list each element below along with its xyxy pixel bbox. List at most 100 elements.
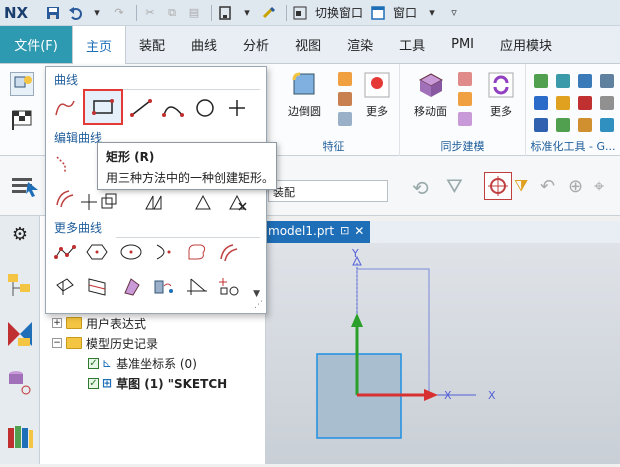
- gallery-intersection-curve-button[interactable]: [82, 273, 112, 299]
- more-sync-button[interactable]: 更多: [486, 70, 516, 119]
- resize-grip-icon[interactable]: ⋰: [254, 300, 263, 310]
- select-command-icon[interactable]: [10, 174, 40, 198]
- paste-icon[interactable]: ▤: [185, 4, 203, 22]
- tab-pmi[interactable]: PMI: [438, 26, 487, 63]
- switch-window-button[interactable]: 切换窗口: [315, 4, 363, 21]
- tool-b-icon[interactable]: [556, 118, 570, 132]
- reuse-library-icon[interactable]: [6, 422, 34, 450]
- tab-application[interactable]: 应用模块: [487, 26, 565, 63]
- undo-icon[interactable]: [66, 4, 84, 22]
- tree-row-datum-csys[interactable]: ✓ ⊾ 基准坐标系 (0): [88, 354, 197, 372]
- gallery-pattern-button[interactable]: [188, 189, 218, 215]
- gallery-point-set-button[interactable]: [214, 273, 244, 299]
- gallery-project-curve-button[interactable]: [50, 273, 80, 299]
- standard-part-icon[interactable]: [534, 74, 548, 88]
- cube-icon[interactable]: [338, 72, 352, 86]
- grid-icon[interactable]: [600, 74, 614, 88]
- window-icon[interactable]: [369, 4, 387, 22]
- tab-home[interactable]: 主页: [72, 26, 127, 65]
- fastener-icon[interactable]: [578, 96, 592, 110]
- sketch-icon[interactable]: [10, 72, 34, 96]
- gallery-arc-button[interactable]: [50, 95, 80, 121]
- gallery-trim-corner-button[interactable]: [182, 273, 212, 299]
- tab-render[interactable]: 渲染: [334, 26, 386, 63]
- gallery-fillet-button[interactable]: [182, 239, 212, 265]
- window-dropdown-icon[interactable]: ▾: [423, 4, 441, 22]
- snap-point-icon[interactable]: [484, 172, 512, 200]
- point-snap-icon[interactable]: ⊕: [568, 176, 583, 197]
- constraint-navigator-icon[interactable]: [6, 320, 34, 348]
- gallery-trim-button[interactable]: [50, 151, 80, 177]
- gallery-add-existing-button[interactable]: [148, 273, 178, 299]
- draft-icon[interactable]: [338, 112, 352, 126]
- customize-qat-icon[interactable]: ▿: [445, 4, 463, 22]
- gallery-circle-button[interactable]: [190, 95, 220, 121]
- gallery-studio-spline-button[interactable]: [50, 239, 80, 265]
- tab-tools[interactable]: 工具: [386, 26, 438, 63]
- gallery-scroll-down-icon[interactable]: ▼: [253, 289, 260, 299]
- layer-icon[interactable]: [556, 74, 570, 88]
- tree-row-sketch[interactable]: ✓ ⊞ 草图 (1) "SKETCH: [88, 374, 227, 392]
- part-navigator-icon[interactable]: [6, 368, 34, 396]
- move-face-button[interactable]: 移动面: [414, 70, 447, 119]
- dropdown-arrow-icon[interactable]: ▾: [238, 4, 256, 22]
- copy-icon[interactable]: ⧉: [163, 4, 181, 22]
- gallery-arc3pt-button[interactable]: [158, 95, 188, 121]
- gallery-mirror-button[interactable]: [138, 189, 168, 215]
- tool-d-icon[interactable]: [600, 118, 614, 132]
- rotate-icon[interactable]: ↶: [540, 176, 555, 197]
- visibility-checkbox[interactable]: ✓: [88, 377, 99, 389]
- touch-mode-icon[interactable]: [216, 4, 234, 22]
- binoculars-icon[interactable]: ⌖: [594, 176, 604, 197]
- switch-window-icon[interactable]: [291, 4, 309, 22]
- settings-gear-icon[interactable]: ⚙: [6, 224, 34, 252]
- assembly-filter-select[interactable]: 装配: [268, 180, 388, 202]
- tab-assembly[interactable]: 装配: [126, 26, 178, 63]
- gallery-rectangle-button[interactable]: [83, 89, 123, 125]
- visibility-checkbox[interactable]: ✓: [88, 357, 99, 369]
- replace-face-icon[interactable]: [458, 112, 472, 126]
- gallery-rapid-trim-button[interactable]: [214, 239, 244, 265]
- tool-a-icon[interactable]: [534, 118, 548, 132]
- filter-funnel-icon[interactable]: ⛛: [446, 174, 463, 198]
- weld-icon[interactable]: [534, 96, 548, 110]
- tab-file[interactable]: 文件(F): [0, 26, 72, 63]
- tree-row-user-expressions[interactable]: + 用户表达式: [52, 314, 146, 332]
- tool-c-icon[interactable]: [578, 118, 592, 132]
- gallery-delete-button[interactable]: [222, 189, 252, 215]
- tab-pin-icon[interactable]: ⊡: [340, 224, 349, 237]
- collapse-icon[interactable]: −: [52, 338, 62, 348]
- save-icon[interactable]: [44, 4, 62, 22]
- gallery-conic-button[interactable]: [148, 239, 178, 265]
- more-feature-button[interactable]: 更多: [362, 70, 392, 119]
- gallery-copy-button[interactable]: [94, 189, 124, 215]
- pull-face-icon[interactable]: [458, 72, 472, 86]
- measure-icon[interactable]: [600, 96, 614, 110]
- assembly-navigator-icon[interactable]: [6, 272, 34, 300]
- offset-region-icon[interactable]: [458, 92, 472, 106]
- gallery-point-button[interactable]: [222, 95, 252, 121]
- checkered-flag-icon[interactable]: [10, 108, 34, 132]
- model-tab[interactable]: model1.prt ⊡ ✕: [266, 221, 371, 243]
- graphics-window[interactable]: Y X X: [266, 243, 620, 464]
- window-menu-button[interactable]: 窗口: [393, 4, 417, 21]
- stack-icon[interactable]: [578, 74, 592, 88]
- view-triad-icon[interactable]: ⟲: [412, 176, 429, 200]
- repeat-command-icon[interactable]: [260, 4, 278, 22]
- expand-icon[interactable]: +: [52, 318, 62, 328]
- gallery-polygon-button[interactable]: [82, 239, 112, 265]
- cut-icon[interactable]: ✂: [141, 4, 159, 22]
- tab-curve[interactable]: 曲线: [178, 26, 230, 63]
- gallery-ellipse-button[interactable]: [116, 239, 146, 265]
- route-icon[interactable]: [556, 96, 570, 110]
- filter-dropdown-icon[interactable]: ⧩: [514, 176, 528, 196]
- tree-row-model-history[interactable]: − 模型历史记录: [52, 334, 158, 352]
- gallery-derived-curve-button[interactable]: [116, 273, 146, 299]
- tab-close-icon[interactable]: ✕: [354, 224, 364, 238]
- tab-view[interactable]: 视图: [282, 26, 334, 63]
- tab-analysis[interactable]: 分析: [230, 26, 282, 63]
- shell-icon[interactable]: [338, 92, 352, 106]
- redo-icon[interactable]: ↷: [110, 4, 128, 22]
- undo-dropdown-icon[interactable]: ▾: [88, 4, 106, 22]
- edge-round-button[interactable]: 边倒圆: [288, 70, 321, 119]
